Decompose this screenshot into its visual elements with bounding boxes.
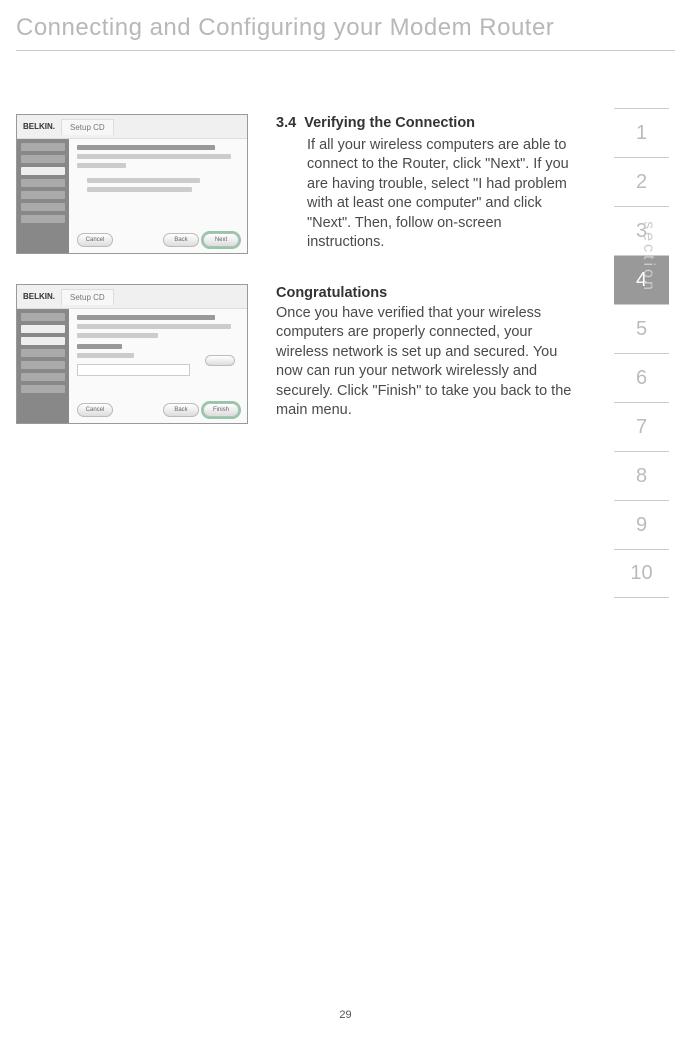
setup-cd-tab: Setup CD — [61, 289, 114, 305]
screenshot-sidebar — [17, 309, 69, 423]
edit-button — [205, 355, 235, 366]
step-34-row: BELKIN. Setup CD — [16, 114, 576, 254]
screenshot-main: Cancel Back Finish — [69, 309, 247, 423]
screenshot-congratulations: BELKIN. Setup CD — [16, 284, 248, 424]
next-button: Next — [203, 233, 239, 247]
cancel-button: Cancel — [77, 403, 113, 417]
congrats-text: Congratulations Once you have verified t… — [248, 284, 576, 424]
section-label: section — [639, 221, 657, 293]
step-number: 3.4 — [276, 115, 296, 131]
back-button: Back — [163, 233, 199, 247]
section-nav-item-5[interactable]: 5 — [614, 304, 669, 353]
page-number: 29 — [0, 1009, 691, 1021]
section-nav-item-9[interactable]: 9 — [614, 500, 669, 549]
congrats-title: Congratulations — [276, 284, 576, 304]
congrats-row: BELKIN. Setup CD — [16, 284, 576, 424]
title-underline — [16, 50, 675, 51]
section-nav-item-2[interactable]: 2 — [614, 157, 669, 206]
screenshot-buttons: Cancel Back Finish — [77, 403, 239, 417]
screenshot-body: Cancel Back Next — [17, 139, 247, 253]
page-title: Connecting and Configuring your Modem Ro… — [0, 0, 691, 42]
screenshot-verify-connection: BELKIN. Setup CD — [16, 114, 248, 254]
step-body: If all your wireless computers are able … — [276, 136, 576, 253]
setup-cd-tab: Setup CD — [61, 119, 114, 135]
screenshot-buttons: Cancel Back Next — [77, 233, 239, 247]
section-nav-item-10[interactable]: 10 — [614, 549, 669, 598]
screenshot-body: Cancel Back Finish — [17, 309, 247, 423]
screenshot-sidebar — [17, 139, 69, 253]
belkin-logo: BELKIN. — [23, 292, 55, 301]
cancel-button: Cancel — [77, 233, 113, 247]
section-nav-item-7[interactable]: 7 — [614, 402, 669, 451]
section-nav: section 1 2 3 4 5 6 7 8 9 10 — [614, 108, 669, 598]
section-nav-item-8[interactable]: 8 — [614, 451, 669, 500]
step-34-text: 3.4 Verifying the Connection If all your… — [248, 114, 576, 254]
belkin-logo: BELKIN. — [23, 122, 55, 131]
screenshot-header: BELKIN. Setup CD — [17, 285, 247, 309]
step-title: Verifying the Connection — [304, 115, 475, 131]
screenshot-header: BELKIN. Setup CD — [17, 115, 247, 139]
screenshot-main: Cancel Back Next — [69, 139, 247, 253]
content-area: BELKIN. Setup CD — [16, 114, 576, 454]
section-nav-item-1[interactable]: 1 — [614, 108, 669, 157]
back-button: Back — [163, 403, 199, 417]
network-key-input — [77, 364, 190, 376]
finish-button: Finish — [203, 403, 239, 417]
congrats-body: Once you have verified that your wireles… — [276, 304, 576, 421]
section-nav-item-6[interactable]: 6 — [614, 353, 669, 402]
